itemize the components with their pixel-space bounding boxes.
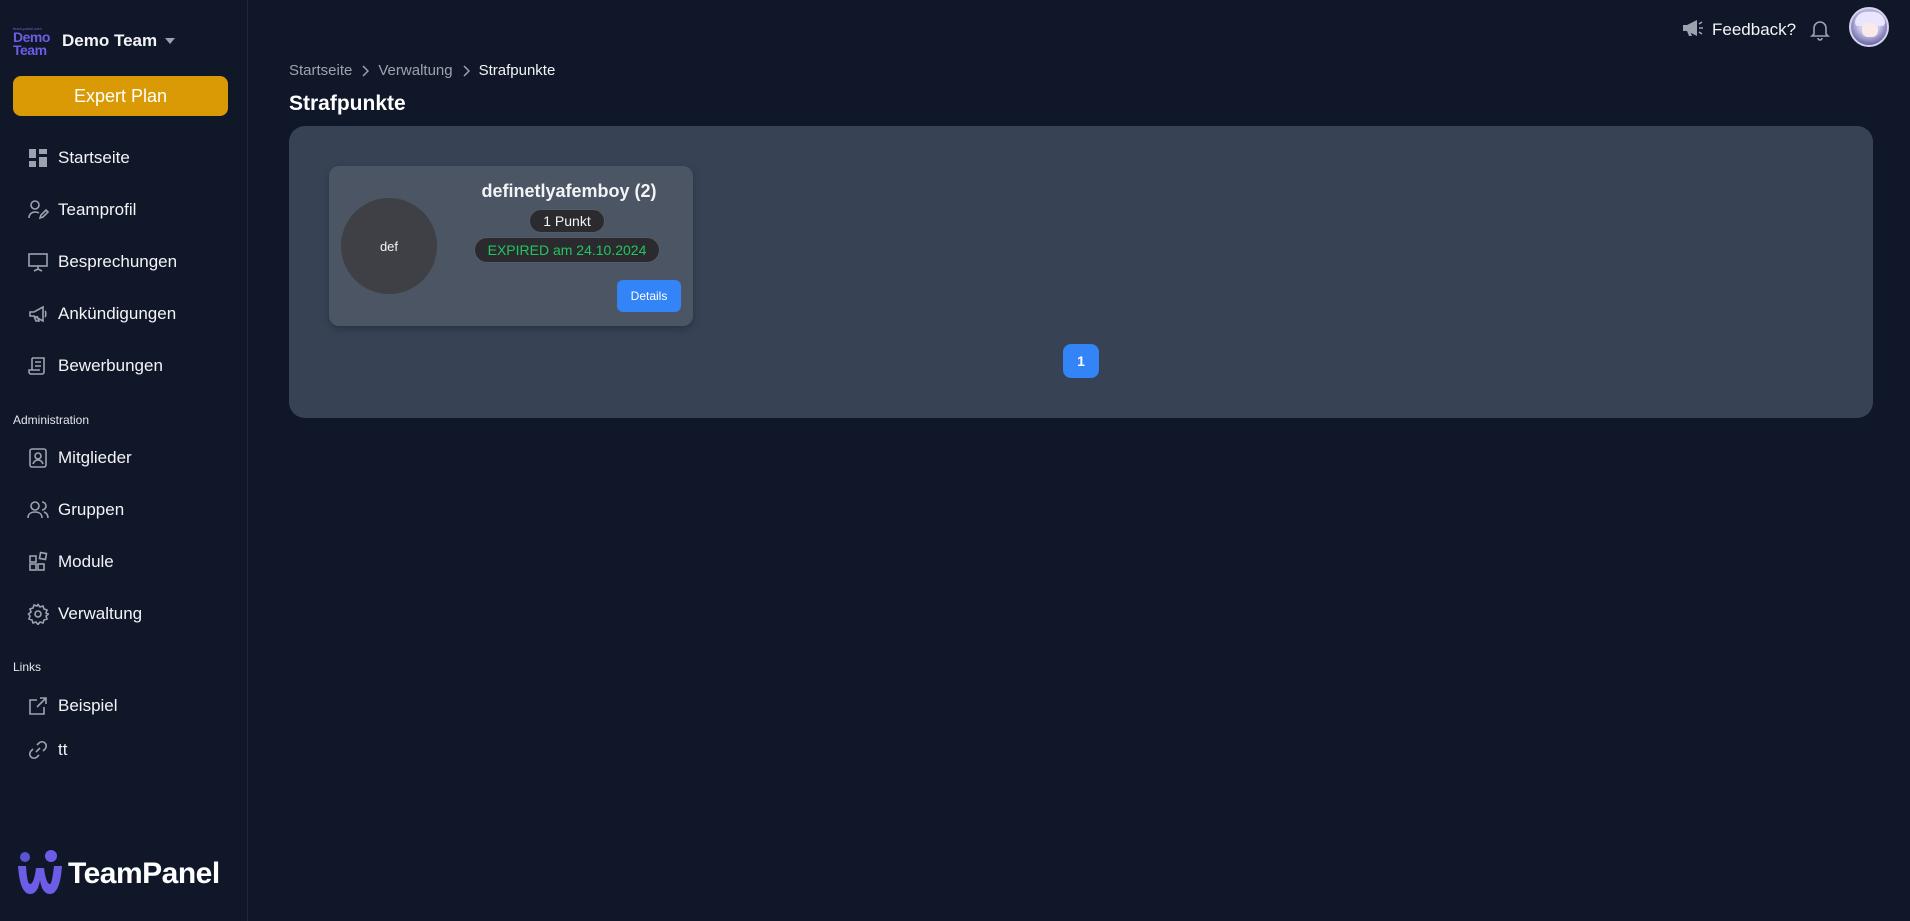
scroll-icon — [26, 354, 50, 378]
breadcrumb-verwaltung[interactable]: Verwaltung — [378, 62, 452, 79]
sidebar-item-teamprofil[interactable]: Teamprofil — [26, 195, 231, 225]
user-avatar[interactable] — [1849, 7, 1889, 47]
team-name: Demo Team — [62, 31, 158, 50]
teampanel-logo-icon — [18, 850, 62, 894]
sidebar-item-label: Mitglieder — [58, 448, 132, 467]
plan-button[interactable]: Expert Plan — [13, 76, 228, 116]
sidebar-item-label: Ankündigungen — [58, 304, 177, 323]
sidebar-item-bewerbungen[interactable]: Bewerbungen — [26, 351, 231, 381]
sidebar-item-label: Startseite — [58, 148, 130, 167]
sidebar: team-panel.com Demo Team Demo Team Exper… — [0, 0, 248, 921]
sidebar-item-label: Gruppen — [58, 500, 125, 519]
breadcrumb: Startseite Verwaltung Strafpunkte — [289, 62, 555, 79]
sidebar-item-label: tt — [58, 740, 68, 759]
sidebar-item-label: Verwaltung — [58, 604, 143, 623]
sidebar-link-beispiel[interactable]: Beispiel — [26, 691, 231, 721]
content-panel: def definetlyafemboy (2) 1 Punkt EXPIRED… — [289, 126, 1873, 418]
sidebar-item-mitglieder[interactable]: Mitglieder — [26, 443, 231, 473]
sidebar-item-verwaltung[interactable]: Verwaltung — [26, 599, 231, 629]
section-title-administration: Administration — [13, 413, 90, 427]
sidebar-link-tt[interactable]: tt — [26, 735, 231, 765]
avatar-face — [1862, 23, 1878, 37]
bell-icon[interactable] — [1808, 17, 1832, 41]
users-icon — [26, 498, 50, 522]
user-pen-icon — [26, 198, 50, 222]
card-username: definetlyafemboy (2) — [481, 181, 657, 201]
sidebar-item-label: Teamprofil — [58, 200, 137, 219]
sidebar-item-label: Beispiel — [58, 696, 118, 715]
chevron-right-icon — [462, 64, 470, 77]
dashboard-icon — [26, 146, 50, 170]
feedback-button[interactable]: Feedback? — [1680, 16, 1796, 44]
modules-icon — [26, 550, 50, 574]
page-title: Strafpunkte — [289, 92, 406, 115]
sidebar-item-label: Module — [58, 552, 114, 571]
sidebar-item-label: Besprechungen — [58, 252, 178, 271]
brand-name: TeamPanel — [68, 857, 220, 890]
sidebar-item-startseite[interactable]: Startseite — [26, 143, 231, 173]
breadcrumb-startseite[interactable]: Startseite — [289, 62, 352, 79]
chevron-right-icon — [361, 64, 370, 77]
team-logo: team-panel.com Demo Team — [13, 25, 53, 57]
megaphone-icon — [26, 302, 50, 326]
link-icon — [26, 738, 50, 762]
sidebar-item-label: Bewerbungen — [58, 356, 163, 375]
pagination-page-1[interactable]: 1 — [1063, 344, 1099, 378]
feedback-label: Feedback? — [1712, 20, 1797, 39]
sidebar-item-besprechungen[interactable]: Besprechungen — [26, 247, 231, 277]
brand-logo: TeamPanel — [16, 850, 220, 898]
sidebar-item-ankuendigungen[interactable]: Ankündigungen — [26, 299, 231, 329]
caret-down-icon — [165, 38, 176, 44]
card-avatar: def — [341, 198, 437, 294]
sidebar-item-module[interactable]: Module — [26, 547, 231, 577]
presentation-icon — [26, 250, 50, 274]
team-logo-line2: Team — [13, 41, 47, 58]
points-badge: 1 Punkt — [529, 209, 605, 233]
penalty-card: def definetlyafemboy (2) 1 Punkt EXPIRED… — [329, 166, 693, 326]
team-switcher[interactable]: team-panel.com Demo Team Demo Team — [13, 25, 176, 57]
external-link-icon — [26, 694, 50, 718]
sidebar-item-gruppen[interactable]: Gruppen — [26, 495, 231, 525]
megaphone-icon — [1680, 18, 1704, 43]
status-badge: EXPIRED am 24.10.2024 — [474, 237, 660, 263]
gear-icon — [26, 602, 50, 626]
details-button[interactable]: Details — [617, 280, 681, 312]
member-card-icon — [26, 446, 50, 470]
section-title-links: Links — [13, 660, 42, 674]
breadcrumb-strafpunkte: Strafpunkte — [478, 62, 556, 79]
